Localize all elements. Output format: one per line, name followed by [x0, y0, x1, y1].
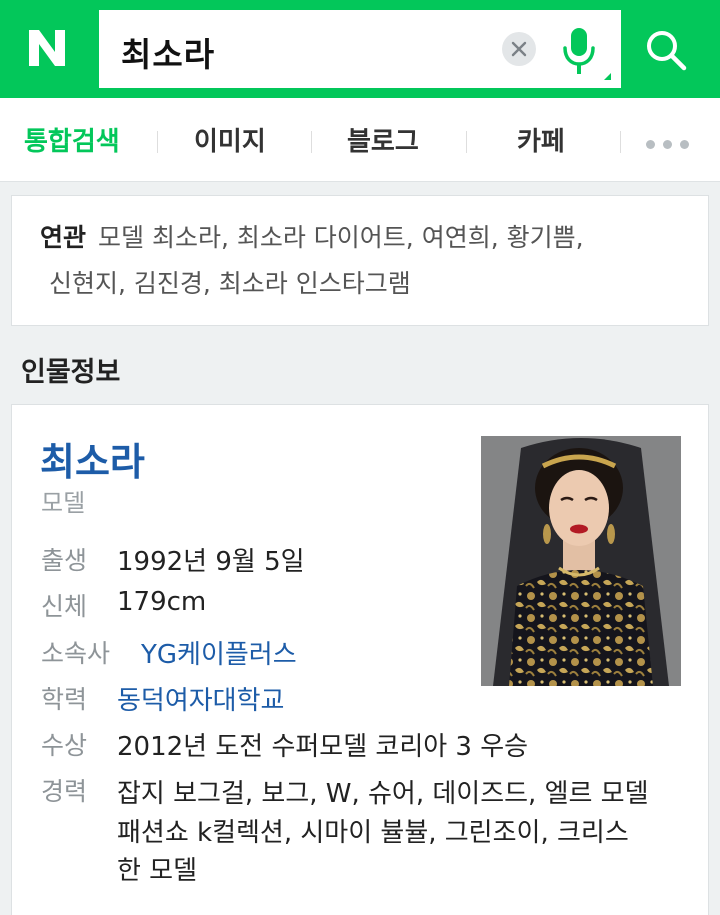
tab-divider — [157, 131, 158, 153]
related-keywords[interactable]: 모델 최소라, 최소라 다이어트, 여연희, 황기쁨, — [98, 223, 584, 252]
search-query[interactable]: 최소라 — [121, 28, 215, 76]
section-title: 인물정보 — [21, 357, 121, 388]
agency-link[interactable]: YG케이플러스 — [141, 634, 297, 671]
voice-search-button[interactable] — [559, 22, 599, 78]
search-input[interactable]: 최소라 — [99, 10, 621, 88]
tab-divider — [311, 131, 312, 153]
microphone-icon — [563, 28, 595, 74]
info-value: 1992년 9월 5일 — [117, 547, 305, 577]
person-photo[interactable] — [481, 436, 681, 686]
clear-button[interactable] — [502, 32, 536, 66]
person-occupation: 모델 — [41, 489, 86, 517]
search-tabs: 통합검색 이미지 블로그 카페 — [0, 98, 720, 182]
info-label: 학력 — [41, 685, 88, 714]
naver-logo[interactable] — [25, 26, 69, 70]
related-line-2[interactable]: 신현지, 김진경, 최소라 인스타그램 — [49, 264, 411, 300]
career-line: 한 모델 — [117, 856, 198, 886]
info-label: 수상 — [41, 731, 88, 760]
search-button[interactable] — [621, 10, 710, 88]
info-label: 소속사 — [41, 639, 111, 668]
tab-divider — [466, 131, 467, 153]
education-link[interactable]: 동덕여자대학교 — [117, 680, 284, 717]
related-label: 연관 — [40, 223, 87, 252]
tab-divider — [620, 131, 621, 153]
search-icon — [647, 31, 687, 71]
tab-cafe[interactable]: 카페 — [517, 121, 565, 158]
close-icon — [511, 41, 527, 57]
info-label: 경력 — [41, 777, 88, 806]
input-tools-indicator — [604, 73, 611, 80]
career-line: 패션쇼 k컬렉션, 시마이 뷸뷸, 그린조이, 크리스 — [117, 818, 629, 848]
tab-integrated-search[interactable]: 통합검색 — [24, 121, 120, 158]
related-line-1: 연관 모델 최소라, 최소라 다이어트, 여연희, 황기쁨, — [40, 218, 584, 254]
career-line: 잡지 보그걸, 보그, W, 슈어, 데이즈드, 엘르 모델 — [117, 779, 649, 809]
info-value: 179cm — [117, 587, 207, 617]
info-value: 2012년 도전 수퍼모델 코리아 3 우승 — [117, 732, 529, 762]
person-info-card: 최소라 모델 출생 1992년 9월 5일 신체 179cm 소속사 YG케이플… — [11, 404, 709, 915]
tab-blog[interactable]: 블로그 — [347, 121, 419, 158]
tab-images[interactable]: 이미지 — [194, 121, 266, 158]
info-label: 신체 — [41, 592, 88, 621]
person-name[interactable]: 최소라 — [40, 431, 145, 486]
more-tabs-icon[interactable] — [646, 134, 698, 149]
related-searches: 연관 모델 최소라, 최소라 다이어트, 여연희, 황기쁨, 신현지, 김진경, … — [11, 195, 709, 326]
search-header: 최소라 — [0, 0, 720, 98]
info-label: 출생 — [41, 546, 88, 575]
